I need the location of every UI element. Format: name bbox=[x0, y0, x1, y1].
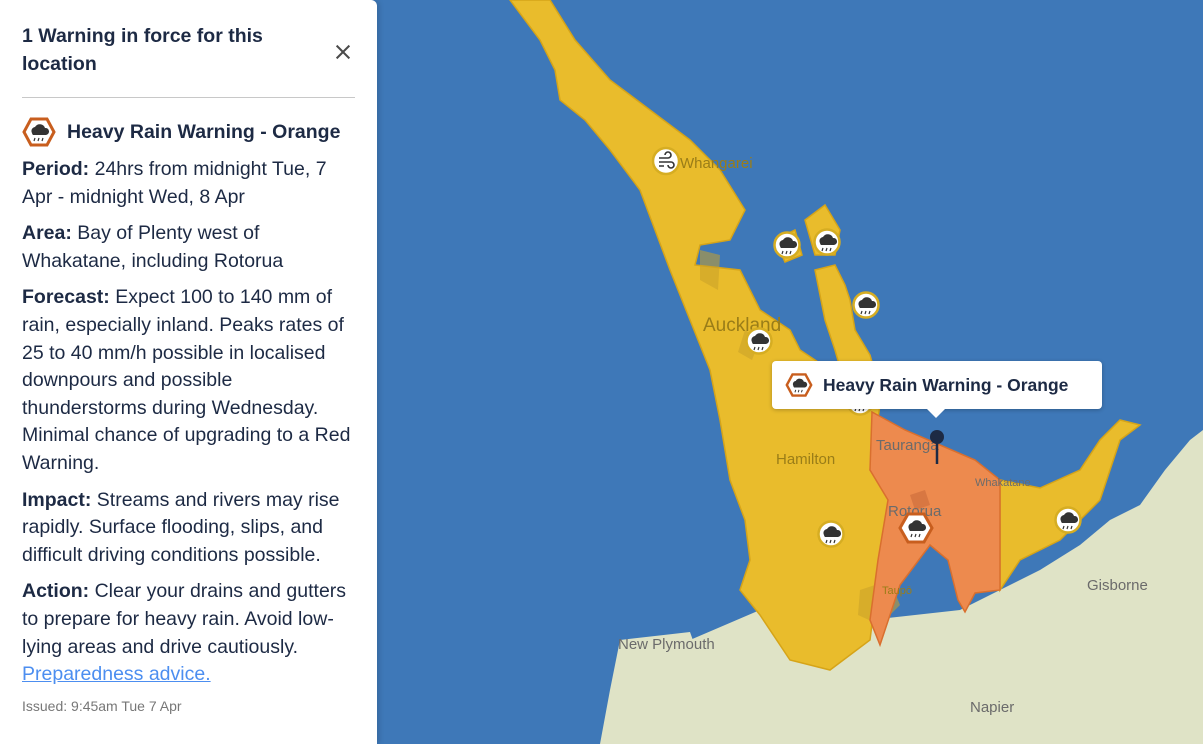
place-label-whangarei: Whangarei bbox=[680, 155, 753, 172]
heavy-rain-icon[interactable] bbox=[813, 228, 841, 256]
place-label-hamilton: Hamilton bbox=[776, 451, 835, 468]
place-label-tauranga: Tauranga bbox=[876, 437, 939, 454]
warning-forecast: Forecast: Expect 100 to 140 mm of rain, … bbox=[22, 286, 351, 474]
panel-title: 1 Warning in force for this location bbox=[22, 25, 263, 75]
heavy-rain-icon[interactable] bbox=[817, 520, 845, 548]
place-label-napier: Napier bbox=[970, 699, 1014, 716]
warning-panel: 1 Warning in force for this location Hea… bbox=[0, 0, 377, 744]
map-tooltip[interactable]: Heavy Rain Warning - Orange bbox=[772, 361, 1102, 418]
preparedness-link[interactable]: Preparedness advice. bbox=[22, 663, 211, 685]
close-icon[interactable] bbox=[331, 40, 355, 64]
place-label-gisborne: Gisborne bbox=[1087, 577, 1148, 594]
heavy-rain-icon[interactable] bbox=[1054, 506, 1082, 534]
place-label-whakatane: Whakatane bbox=[975, 477, 1031, 489]
warning-period: Period: 24hrs from midnight Tue, 7 Apr -… bbox=[22, 158, 327, 208]
heavy-rain-orange-icon bbox=[22, 117, 56, 147]
warning-action: Action: Clear your drains and gutters to… bbox=[22, 580, 347, 686]
heavy-rain-orange-icon[interactable] bbox=[898, 512, 934, 544]
heavy-rain-orange-icon bbox=[785, 373, 813, 397]
tooltip-label: Heavy Rain Warning - Orange bbox=[823, 374, 1069, 395]
heavy-rain-icon[interactable] bbox=[852, 291, 880, 319]
warning-title: Heavy Rain Warning - Orange bbox=[67, 121, 341, 143]
warning-area: Area: Bay of Plenty west of Whakatane, i… bbox=[22, 222, 284, 272]
heavy-rain-icon[interactable] bbox=[745, 327, 773, 355]
divider bbox=[22, 97, 355, 98]
issued-time: Issued: 9:45am Tue 7 Apr bbox=[22, 697, 182, 714]
warning-impact: Impact: Streams and rivers may rise rapi… bbox=[22, 488, 340, 566]
wind-icon[interactable] bbox=[651, 146, 681, 176]
place-label-taupo: Taupō bbox=[882, 585, 912, 597]
place-label-new-plymouth: New Plymouth bbox=[618, 636, 715, 653]
heavy-rain-icon[interactable] bbox=[773, 231, 801, 259]
